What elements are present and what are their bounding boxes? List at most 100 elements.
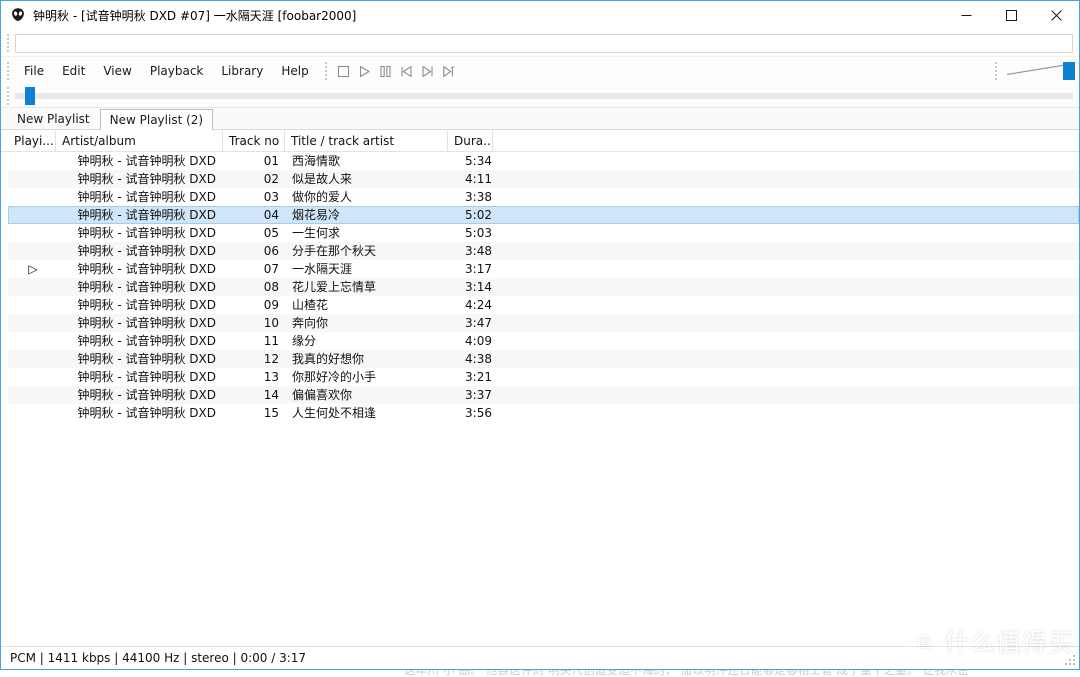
- playlist-tab-new-playlist[interactable]: New Playlist: [7, 108, 100, 129]
- table-row[interactable]: ▷ 钟明秋 - 试音钟明秋 DXD 07 一水隔天涯 3:17: [8, 260, 1079, 278]
- title-bar: 钟明秋 - [试音钟明秋 DXD #07] 一水隔天涯 [foobar2000]: [1, 1, 1079, 30]
- minimize-button[interactable]: [944, 1, 989, 29]
- table-row[interactable]: 钟明秋 - 试音钟明秋 DXD 08 花儿爱上忘情草 3:14: [8, 278, 1079, 296]
- previous-button[interactable]: [397, 61, 416, 81]
- cell-track-no: 14: [263, 388, 279, 402]
- menu-item-help[interactable]: Help: [272, 60, 317, 83]
- window-title: 钟明秋 - [试音钟明秋 DXD #07] 一水隔天涯 [foobar2000]: [33, 8, 357, 23]
- volume-grip-icon[interactable]: [994, 61, 1001, 81]
- menu-item-playback[interactable]: Playback: [141, 60, 213, 83]
- cell-title: 山楂花: [292, 298, 329, 312]
- table-row[interactable]: 钟明秋 - 试音钟明秋 DXD 14 偏偏喜欢你 3:37: [8, 386, 1079, 404]
- menu-toolbar: File Edit View Playback Library Help: [1, 57, 1079, 85]
- window-controls: [944, 1, 1079, 29]
- cell-duration: 4:11: [465, 172, 492, 186]
- cell-title: 似是故人来: [292, 172, 353, 186]
- cell-artist-album: 钟明秋 - 试音钟明秋 DXD: [77, 244, 216, 258]
- close-button[interactable]: [1034, 1, 1079, 29]
- table-row[interactable]: 钟明秋 - 试音钟明秋 DXD 10 奔向你 3:47: [8, 314, 1079, 332]
- cell-artist-album: 钟明秋 - 试音钟明秋 DXD: [77, 298, 216, 312]
- cell-duration: 3:14: [465, 280, 492, 294]
- menu-item-file[interactable]: File: [15, 60, 53, 83]
- playlist-tab-new-playlist-2[interactable]: New Playlist (2): [99, 109, 214, 130]
- cell-track-no: 15: [263, 406, 279, 420]
- resize-gripper-icon[interactable]: [1065, 655, 1077, 667]
- cell-track-no: 11: [263, 334, 279, 348]
- cell-artist-album: 钟明秋 - 试音钟明秋 DXD: [77, 370, 216, 384]
- cell-artist-album: 钟明秋 - 试音钟明秋 DXD: [77, 154, 216, 168]
- stop-icon: [337, 65, 349, 77]
- cell-now-playing: [9, 405, 57, 421]
- column-header-artist[interactable]: Artist/album: [56, 130, 223, 151]
- table-row[interactable]: 钟明秋 - 试音钟明秋 DXD 03 做你的爱人 3:38: [8, 188, 1079, 206]
- cell-duration: 4:09: [465, 334, 492, 348]
- seek-grip-icon[interactable]: [6, 86, 13, 106]
- cell-artist-album: 钟明秋 - 试音钟明秋 DXD: [77, 280, 216, 294]
- cell-now-playing: [9, 279, 57, 295]
- cell-duration: 3:56: [465, 406, 492, 420]
- volume-control[interactable]: [1003, 60, 1075, 82]
- table-row[interactable]: 钟明秋 - 试音钟明秋 DXD 13 你那好冷的小手 3:21: [8, 368, 1079, 386]
- menu-item-edit[interactable]: Edit: [53, 60, 94, 83]
- volume-slider-thumb[interactable]: [1063, 62, 1075, 80]
- search-toolbar: [1, 30, 1079, 57]
- stop-button[interactable]: [334, 61, 353, 81]
- menu-item-view[interactable]: View: [94, 60, 140, 83]
- table-row[interactable]: 钟明秋 - 试音钟明秋 DXD 12 我真的好想你 4:38: [8, 350, 1079, 368]
- cell-artist-album: 钟明秋 - 试音钟明秋 DXD: [77, 172, 216, 186]
- volume-slider-track[interactable]: [1003, 61, 1075, 81]
- next-track-icon: [422, 65, 433, 77]
- table-row[interactable]: 钟明秋 - 试音钟明秋 DXD 02 似是故人来 4:11: [8, 170, 1079, 188]
- table-row[interactable]: 钟明秋 - 试音钟明秋 DXD 06 分手在那个秋天 3:48: [8, 242, 1079, 260]
- cell-artist-album: 钟明秋 - 试音钟明秋 DXD: [77, 316, 216, 330]
- cell-track-no: 05: [263, 226, 279, 240]
- cell-artist-album: 钟明秋 - 试音钟明秋 DXD: [77, 226, 216, 240]
- search-input[interactable]: [15, 33, 1073, 53]
- pause-button[interactable]: [376, 61, 395, 81]
- cell-now-playing: [9, 387, 57, 403]
- cell-title: 烟花易冷: [292, 208, 341, 222]
- column-header-playing[interactable]: Playi...: [8, 130, 56, 151]
- table-row[interactable]: 钟明秋 - 试音钟明秋 DXD 05 一生何求 5:03: [8, 224, 1079, 242]
- transport-grip-icon[interactable]: [324, 61, 331, 81]
- table-row[interactable]: 钟明秋 - 试音钟明秋 DXD 09 山楂花 4:24: [8, 296, 1079, 314]
- seek-slider-thumb[interactable]: [25, 87, 35, 105]
- cell-track-no: 10: [263, 316, 279, 330]
- column-header-trackno[interactable]: Track no: [223, 130, 285, 151]
- cell-now-playing: [9, 243, 57, 259]
- random-button[interactable]: [439, 61, 458, 81]
- play-button[interactable]: [355, 61, 374, 81]
- cell-now-playing: [9, 225, 57, 241]
- cell-duration: 4:24: [465, 298, 492, 312]
- playlist-body[interactable]: 钟明秋 - 试音钟明秋 DXD 01 西海情歌 5:34 钟明秋 - 试音钟明秋 DXD…: [1, 152, 1079, 646]
- table-row[interactable]: 钟明秋 - 试音钟明秋 DXD 04 烟花易冷 5:02: [8, 206, 1079, 224]
- cell-track-no: 07: [263, 262, 279, 276]
- status-text: PCM | 1411 kbps | 44100 Hz | stereo | 0:…: [10, 651, 307, 665]
- cell-artist-album: 钟明秋 - 试音钟明秋 DXD: [77, 334, 216, 348]
- table-row[interactable]: 钟明秋 - 试音钟明秋 DXD 11 缘分 4:09: [8, 332, 1079, 350]
- foobar2000-window: 钟明秋 - [试音钟明秋 DXD #07] 一水隔天涯 [foobar2000]: [0, 0, 1080, 670]
- toolbar-grip-icon[interactable]: [6, 33, 13, 53]
- seek-slider-track[interactable]: [15, 87, 1073, 105]
- maximize-button[interactable]: [989, 1, 1034, 29]
- cell-artist-album: 钟明秋 - 试音钟明秋 DXD: [77, 190, 216, 204]
- column-header-duration[interactable]: Dura...: [448, 130, 493, 151]
- cell-title: 花儿爱上忘情草: [292, 280, 377, 294]
- playback-controls: [333, 58, 459, 84]
- cell-artist-album: 钟明秋 - 试音钟明秋 DXD: [77, 388, 216, 402]
- cell-track-no: 04: [263, 208, 279, 222]
- playlist-tab-bar: New Playlist New Playlist (2): [1, 108, 1079, 130]
- cell-title: 缘分: [292, 334, 317, 348]
- cell-duration: 5:34: [465, 154, 492, 168]
- next-button[interactable]: [418, 61, 437, 81]
- table-row[interactable]: 钟明秋 - 试音钟明秋 DXD 15 人生何处不相逢 3:56: [8, 404, 1079, 422]
- table-row[interactable]: 钟明秋 - 试音钟明秋 DXD 01 西海情歌 5:34: [8, 152, 1079, 170]
- cell-track-no: 03: [263, 190, 279, 204]
- menu-grip-icon[interactable]: [6, 61, 13, 81]
- menu-item-library[interactable]: Library: [212, 60, 272, 83]
- cell-track-no: 09: [263, 298, 279, 312]
- minimize-icon: [961, 14, 972, 16]
- column-header-title[interactable]: Title / track artist: [285, 130, 448, 151]
- cell-track-no: 06: [263, 244, 279, 258]
- play-icon: [359, 65, 370, 77]
